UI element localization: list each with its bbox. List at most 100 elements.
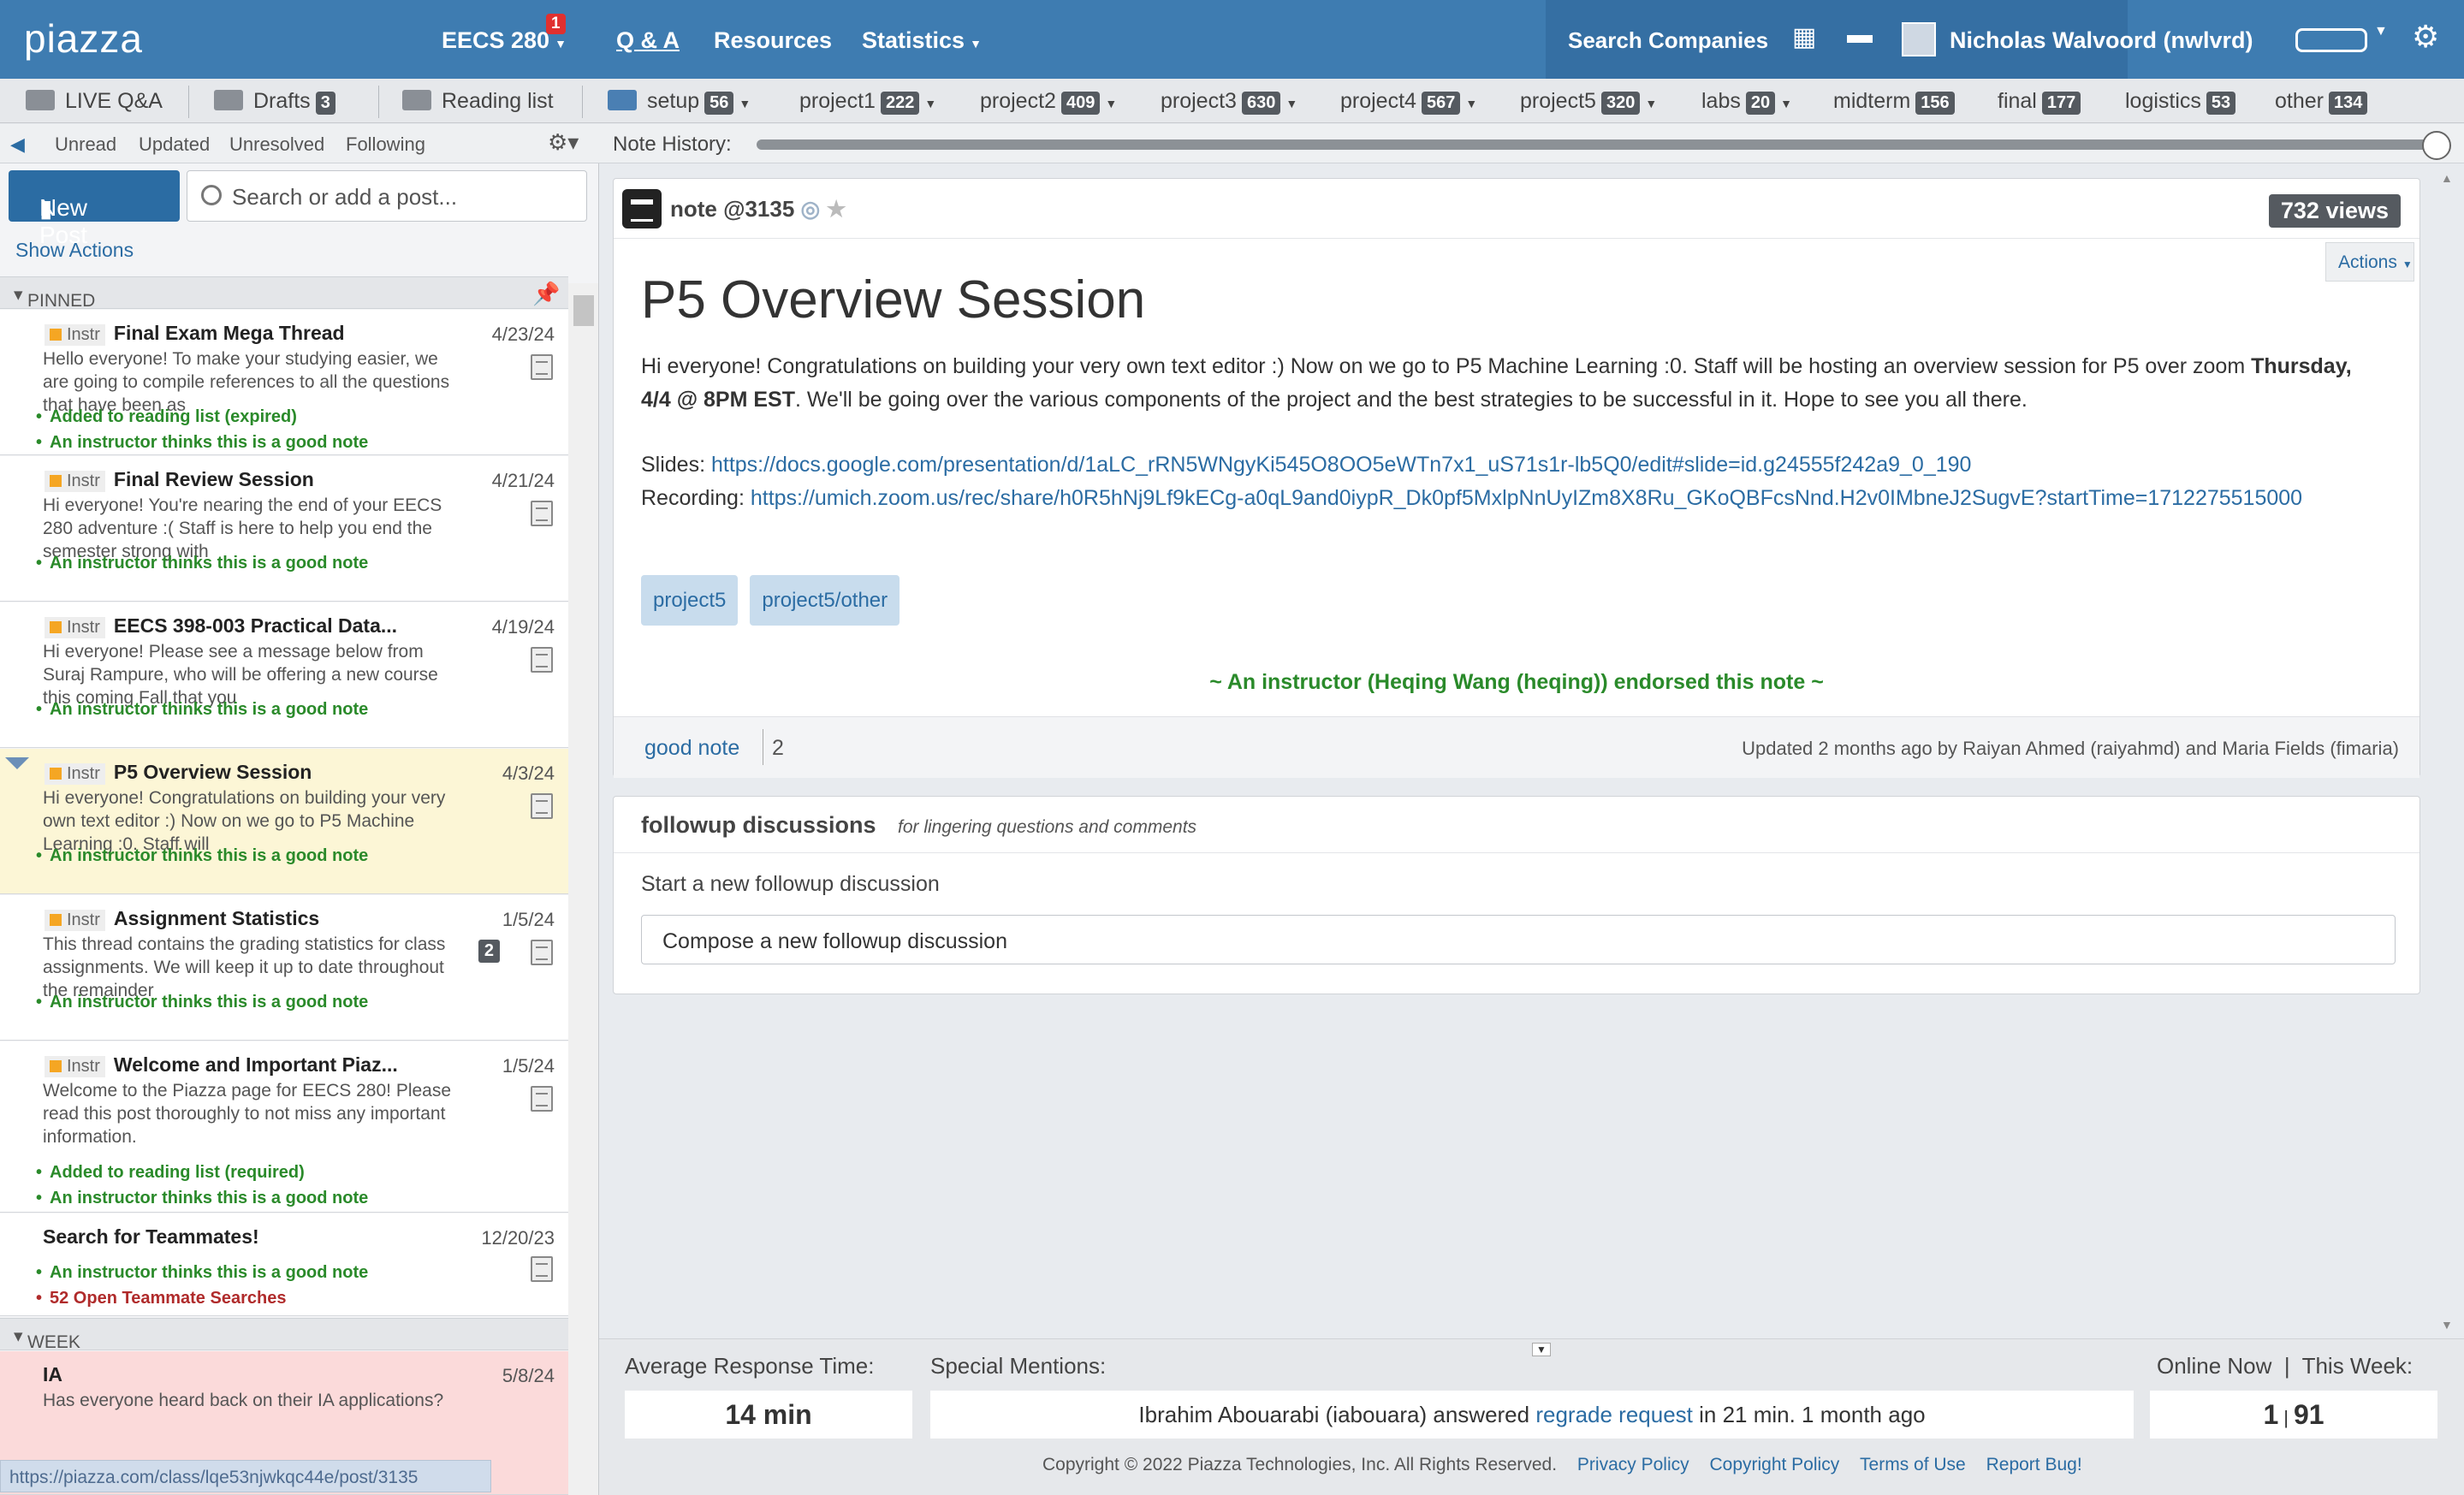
chat-icon[interactable]: ▬ (1847, 21, 1873, 50)
note-icon (622, 189, 662, 228)
nav-qa[interactable]: Q & A (616, 27, 680, 54)
folder-final[interactable]: final 177 (1998, 89, 2081, 115)
folder-live-qa[interactable]: LIVE Q&A (26, 89, 163, 114)
user-name[interactable]: Nicholas Walvoord (nwlvrd) (1950, 27, 2253, 54)
new-post-button[interactable]: ▮ New Post (9, 170, 180, 248)
note-body: Hi everyone! Congratulations on building… (641, 350, 2378, 626)
followup-title: followup discussions (641, 812, 876, 838)
scrollbar-thumb[interactable] (573, 295, 594, 326)
list-item[interactable]: Search for Teammates! 12/20/23 An instru… (0, 1213, 568, 1316)
sidebar-scrollbar[interactable] (568, 283, 598, 1495)
notification-badge: 1 (546, 14, 566, 34)
report-bug-link[interactable]: Report Bug! (1986, 1455, 2082, 1474)
collapse-sidebar-icon[interactable]: ◀ (10, 133, 25, 156)
search-input[interactable]: Search or add a post... (187, 170, 587, 222)
filter-following[interactable]: Following (346, 133, 425, 156)
follow-icon[interactable]: ◎ (801, 196, 821, 222)
filter-bar: ◀ Unread Updated Unresolved Following ⚙▾ (0, 124, 599, 163)
note-title: P5 Overview Session (641, 270, 1146, 329)
search-icon (201, 185, 222, 205)
list-item[interactable]: Instr Final Review Session 4/21/24 Hi eve… (0, 456, 568, 602)
folder-setup[interactable]: setup 56 ▼ (608, 89, 751, 115)
pin-icon: 📌 (532, 281, 561, 306)
filter-unread[interactable]: Unread (55, 133, 116, 156)
unread-count-badge: 2 (478, 940, 500, 963)
document-icon (531, 501, 553, 526)
tag-project5-other[interactable]: project5/other (750, 575, 900, 626)
terms-link[interactable]: Terms of Use (1860, 1455, 1966, 1474)
nav-statistics[interactable]: Statistics ▼ (862, 27, 982, 54)
privacy-policy-link[interactable]: Privacy Policy (1577, 1455, 1689, 1474)
status-url-tooltip: https://piazza.com/class/lqe53njwkqc44e/… (0, 1460, 491, 1492)
note-history-handle[interactable] (2422, 131, 2451, 160)
top-navbar: piazza EECS 280 ▼ 1 Q & A Resources Stati… (0, 0, 2464, 79)
note-history-bar: Note History: (599, 124, 2464, 163)
folder-project4[interactable]: project4 567 ▼ (1340, 89, 1477, 115)
filter-settings-icon[interactable]: ⚙▾ (548, 129, 579, 156)
chevron-down-icon[interactable]: ▼ (2374, 24, 2388, 39)
folder-drafts[interactable]: Drafts 3 (214, 89, 335, 115)
recording-link[interactable]: https://umich.zoom.us/rec/share/h0R5hNj9… (751, 486, 2302, 510)
actions-dropdown[interactable]: Actions ▼ (2325, 242, 2414, 282)
copyright-policy-link[interactable]: Copyright Policy (1709, 1455, 1839, 1474)
slides-link[interactable]: https://docs.google.com/presentation/d/1… (711, 453, 1971, 477)
search-companies-link[interactable]: Search Companies (1568, 27, 1768, 54)
scroll-down-icon[interactable]: ▼ (2441, 1318, 2453, 1332)
folder-midterm[interactable]: midterm 156 (1833, 89, 1955, 115)
folder-project2[interactable]: project2 409 ▼ (980, 89, 1117, 115)
endorsement-text: ~ An instructor (Heqing Wang (heqing)) e… (1209, 670, 1824, 694)
folder-labs[interactable]: labs 20 ▼ (1701, 89, 1792, 115)
chevron-down-icon: ▼ (970, 37, 982, 50)
nav-resources[interactable]: Resources (714, 27, 832, 54)
followup-subtitle: for lingering questions and comments (898, 817, 1197, 837)
filter-unresolved[interactable]: Unresolved (229, 133, 324, 156)
copyright-footer: Copyright © 2022 Piazza Technologies, In… (1042, 1455, 2082, 1474)
status-toggle[interactable] (2295, 28, 2367, 52)
folder-project5[interactable]: project5 320 ▼ (1520, 89, 1657, 115)
chevron-down-icon: ▼ (555, 37, 567, 50)
week-section-header[interactable]: ▾ WEEK 5/5 - 5/11 (0, 1318, 568, 1393)
note-header: note @3135 ◎ ★ 732 views (614, 179, 2419, 239)
selected-indicator-icon (5, 757, 29, 769)
note-history-slider[interactable] (757, 139, 2439, 150)
tag-project5[interactable]: project5 (641, 575, 739, 626)
note-history-label: Note History: (613, 133, 732, 156)
list-item[interactable]: Instr Final Exam Mega Thread 4/23/24 Hell… (0, 310, 568, 455)
list-item[interactable]: Instr EECS 398-003 Practical Data... 4/19… (0, 602, 568, 748)
folder-icon (214, 90, 243, 110)
list-item[interactable]: Instr Assignment Statistics 1/5/24 This t… (0, 895, 568, 1041)
good-note-button[interactable]: good note (644, 736, 739, 761)
avatar[interactable] (1902, 22, 1936, 56)
folder-project3[interactable]: project3 630 ▼ (1161, 89, 1297, 115)
online-value: 1 | 91 (2150, 1391, 2437, 1439)
regrade-request-link[interactable]: regrade request (1535, 1402, 1693, 1427)
calendar-icon[interactable]: ▦ (1792, 22, 1816, 52)
folder-logistics[interactable]: logistics 53 (2125, 89, 2236, 115)
list-item-selected[interactable]: Instr P5 Overview Session 4/3/24 Hi every… (0, 749, 568, 894)
star-icon[interactable]: ★ (826, 196, 846, 222)
folder-bar: LIVE Q&A Drafts 3 Reading list setup 56 ▼ p… (0, 79, 2464, 123)
piazza-logo[interactable]: piazza (24, 15, 143, 62)
show-actions-link[interactable]: Show Actions (15, 239, 134, 262)
special-mentions-label: Special Mentions: (930, 1353, 1107, 1379)
pinned-section-header[interactable]: ▾ PINNED 📌 (0, 276, 568, 311)
note-panel: note @3135 ◎ ★ 732 views Actions ▼ P5 Ove… (613, 178, 2420, 778)
folder-icon (608, 90, 637, 110)
compose-followup-input[interactable]: Compose a new followup discussion (641, 915, 2396, 964)
folder-other[interactable]: other 134 (2275, 89, 2368, 115)
gear-icon[interactable]: ⚙ (2412, 19, 2439, 55)
folder-reading-list[interactable]: Reading list (402, 89, 554, 114)
filter-updated[interactable]: Updated (139, 133, 210, 156)
document-icon (531, 940, 553, 965)
followup-panel: followup discussions for lingering quest… (613, 796, 2420, 994)
note-label: note @3135 ◎ ★ (670, 196, 846, 222)
scroll-up-icon[interactable]: ▲ (2441, 171, 2453, 185)
list-item[interactable]: Instr Welcome and Important Piaz... 1/5/2… (0, 1041, 568, 1213)
collapse-stats-icon[interactable]: ▼ (1532, 1343, 1551, 1356)
folder-icon (26, 90, 55, 110)
document-icon (531, 793, 553, 819)
folder-project1[interactable]: project1 222 ▼ (799, 89, 936, 115)
document-icon (531, 1086, 553, 1112)
document-icon (531, 1256, 553, 1282)
note-footer: good note 2 Updated 2 months ago by Raiy… (614, 716, 2419, 778)
